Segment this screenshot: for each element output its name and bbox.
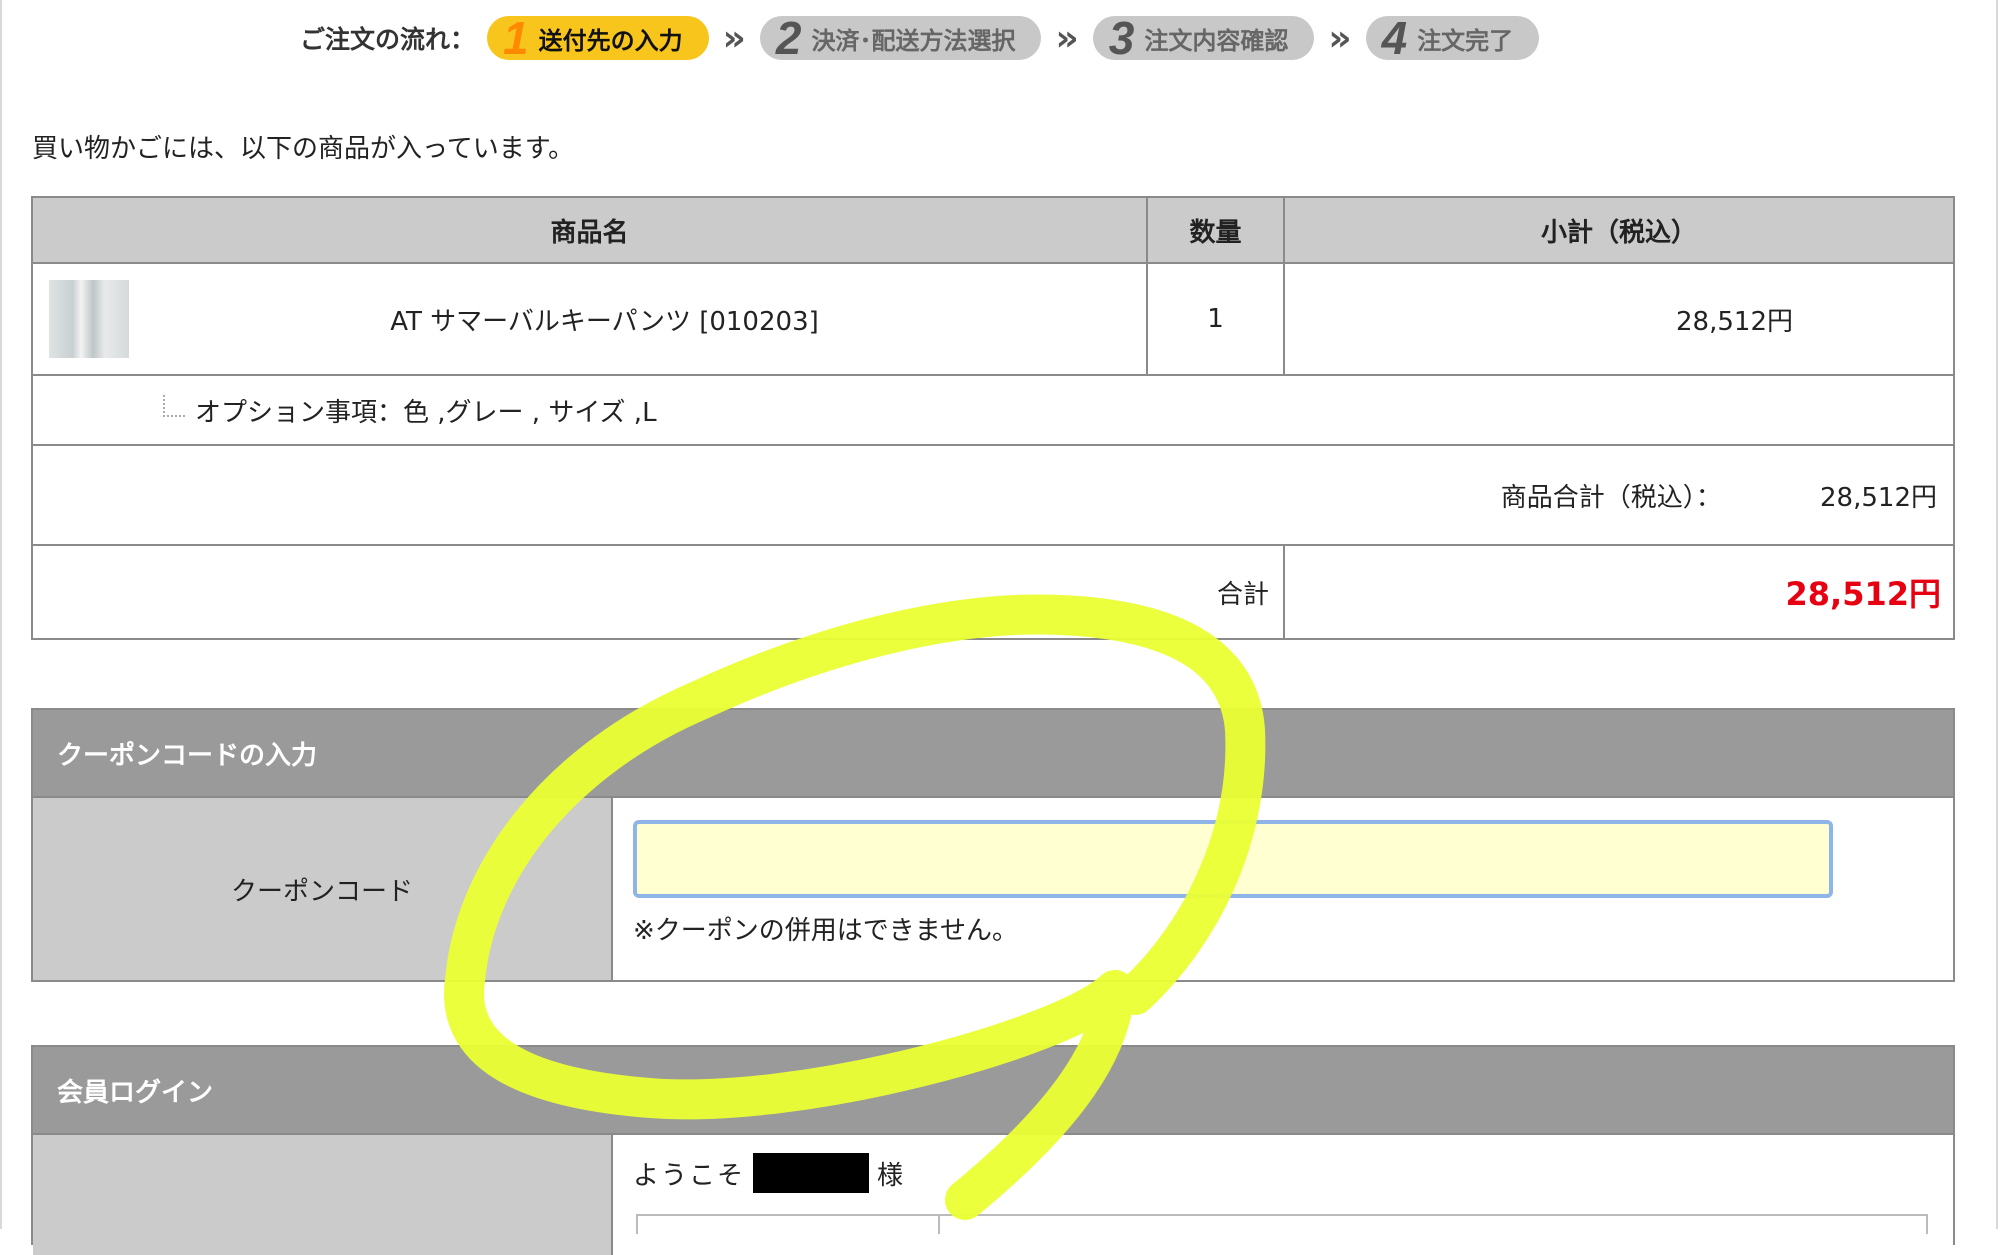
member-login-title: 会員ログイン (33, 1047, 1953, 1135)
member-row: ようこそ 様 (33, 1135, 1953, 1255)
cart-subtotal-row: 商品合計（税込）： 28,512円 (31, 444, 1955, 546)
welcome-prefix: ようこそ (633, 1160, 746, 1191)
cart-header-row: 商品名 数量 小計（税込） (31, 196, 1955, 264)
double-chevron-right-icon: » (1055, 17, 1078, 59)
step-3-label: 注文内容確認 (1144, 26, 1289, 55)
redacted-username (753, 1153, 870, 1193)
product-options: オプション事項：色 ,グレー , サイズ ,L (195, 397, 657, 428)
coupon-section: クーポンコードの入力 クーポンコード ※クーポンの併用はできません。 (31, 708, 1955, 982)
options-cell: オプション事項：色 ,グレー , サイズ ,L (31, 374, 1955, 446)
double-chevron-right-icon: » (722, 17, 746, 59)
product-cell: AT サマーバルキーパンツ [010203] (31, 262, 1148, 376)
step-2-number: 2 (775, 12, 802, 64)
member-row-label (33, 1135, 613, 1255)
header-subtotal: 小計（税込） (1283, 196, 1955, 264)
step-1-number: 1 (503, 12, 529, 64)
product-thumbnail[interactable] (49, 280, 129, 358)
welcome-suffix: 様 (877, 1160, 906, 1191)
total-value: 28,512円 (1283, 544, 1955, 640)
step-1-shipping-address: 1 送付先の入力 (487, 12, 709, 64)
coupon-section-title: クーポンコードの入力 (33, 710, 1953, 798)
step-4-order-complete: 4 注文完了 (1365, 12, 1540, 64)
coupon-code-input[interactable] (633, 820, 1833, 898)
subtotal-label: 商品合計（税込）： (1500, 482, 1722, 513)
cart-item-row: AT サマーバルキーパンツ [010203] 1 28,512円 (31, 262, 1955, 376)
order-flow-steps: ご注文の流れ： 1 送付先の入力 » 2 決済･配送方法選択 » 3 注文内容確… (300, 12, 1540, 64)
product-quantity: 1 (1146, 262, 1285, 376)
step-3-number: 3 (1108, 12, 1135, 64)
subtotal-cell: 商品合計（税込）： 28,512円 (31, 444, 1955, 546)
step-2-payment-delivery: 2 決済･配送方法選択 (759, 12, 1042, 64)
coupon-note: ※クーポンの併用はできません。 (633, 916, 1019, 946)
header-product-name: 商品名 (31, 196, 1148, 264)
coupon-row: クーポンコード ※クーポンの併用はできません。 (33, 798, 1953, 980)
step-4-number: 4 (1381, 12, 1408, 64)
cart-total-row: 合計 28,512円 (31, 544, 1955, 640)
step-4-label: 注文完了 (1417, 26, 1514, 55)
cart-options-row: オプション事項：色 ,グレー , サイズ ,L (31, 374, 1955, 446)
step-3-confirm-order: 3 注文内容確認 (1092, 12, 1315, 64)
step-2-label: 決済･配送方法選択 (811, 26, 1016, 55)
header-quantity: 数量 (1146, 196, 1285, 264)
member-sub-table (636, 1214, 1928, 1234)
tree-branch-icon (163, 395, 185, 417)
step-1-label: 送付先の入力 (538, 26, 683, 55)
order-flow-label: ご注文の流れ： (300, 25, 476, 54)
total-label: 合計 (31, 544, 1285, 640)
subtotal-value: 28,512円 (1820, 482, 1937, 513)
coupon-code-label: クーポンコード (33, 798, 613, 980)
double-chevron-right-icon: » (1328, 17, 1351, 59)
cart-intro-text: 買い物かごには、以下の商品が入っています。 (32, 134, 575, 164)
welcome-message: ようこそ 様 (633, 1153, 1933, 1193)
coupon-input-area: ※クーポンの併用はできません。 (613, 798, 1953, 980)
member-row-body: ようこそ 様 (613, 1135, 1953, 1255)
product-price: 28,512円 (1283, 262, 1955, 376)
cart-table: 商品名 数量 小計（税込） AT サマーバルキーパンツ [010203] 1 2… (31, 196, 1955, 640)
product-name: AT サマーバルキーパンツ [010203] (390, 306, 819, 337)
